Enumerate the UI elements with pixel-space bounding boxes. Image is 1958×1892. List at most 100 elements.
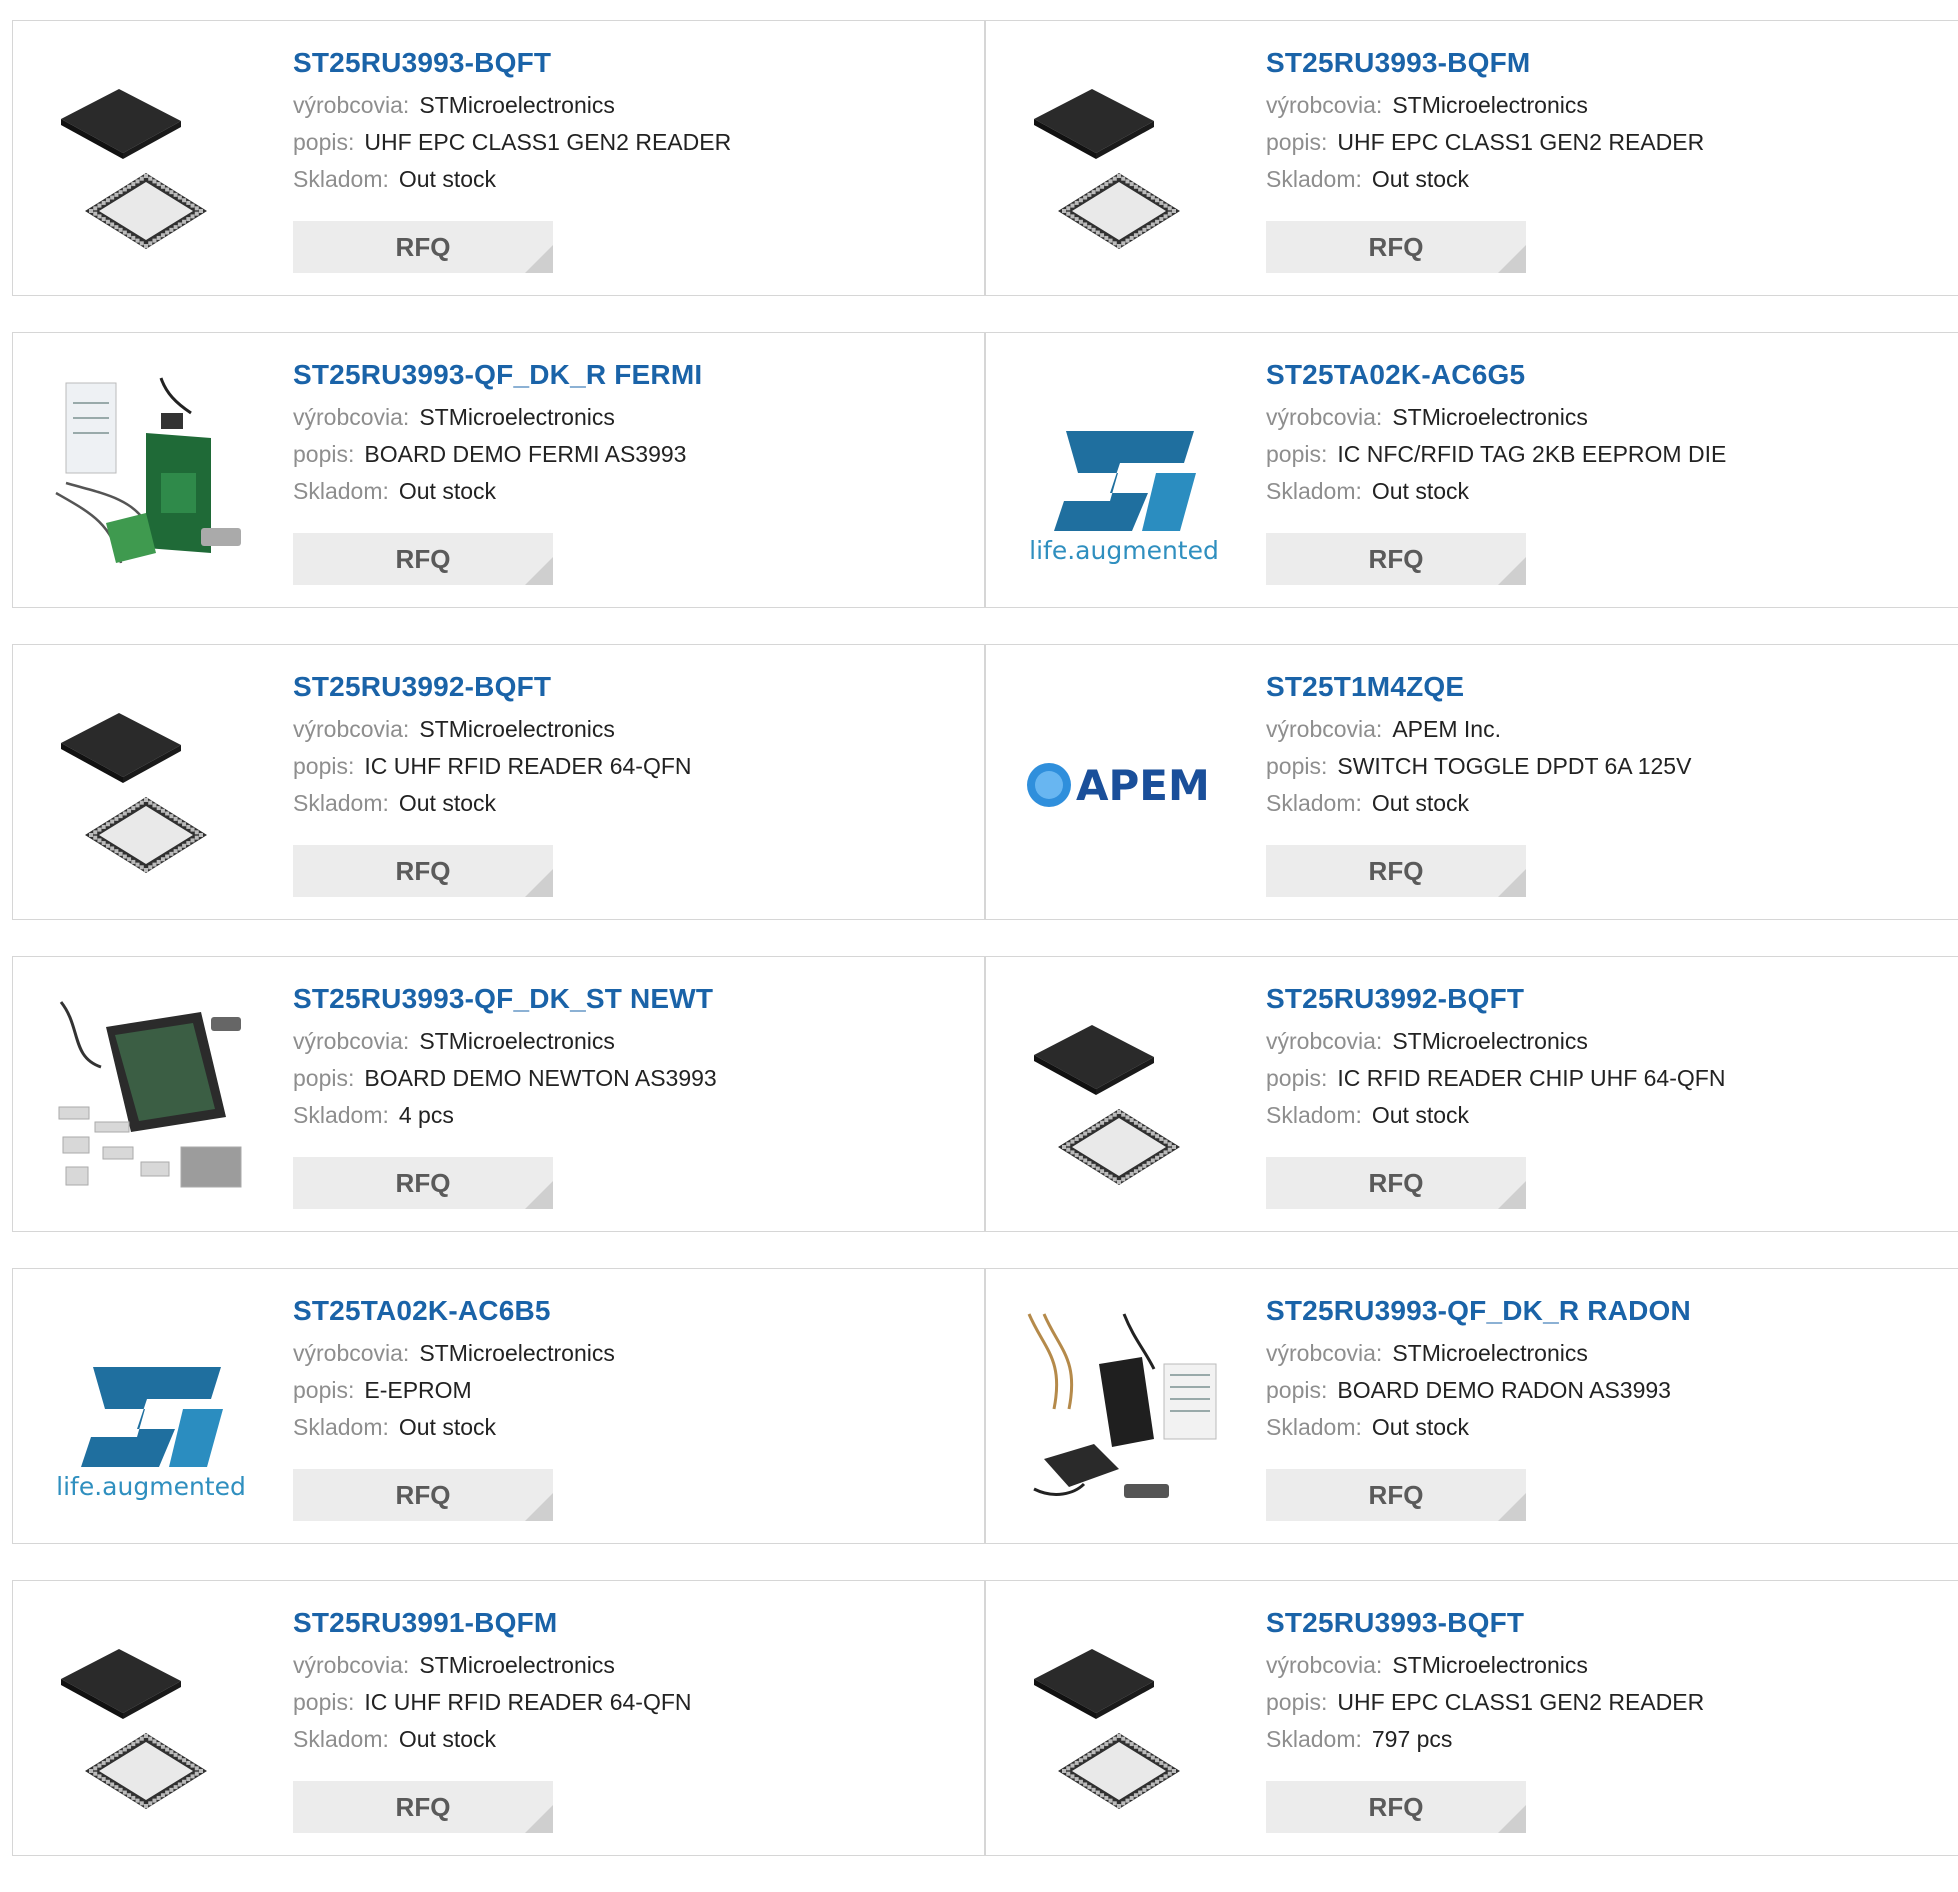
product-card: ST25RU3993-BQFT výrobcovia: STMicroelectr… [985,1580,1958,1856]
stock-row: Skladom: Out stock [293,1409,615,1446]
svg-text:APEM: APEM [1076,761,1210,810]
product-title-link[interactable]: ST25RU3993-BQFT [293,47,731,87]
product-card: ST25RU3992-BQFT výrobcovia: STMicroelectr… [12,644,985,920]
product-card: ST25RU3993-QF_DK_R FERMI výrobcovia: STMi… [12,332,985,608]
stock-value: Out stock [398,1414,497,1440]
description-label: popis: [293,129,355,155]
manufacturer-label: výrobcovia: [1266,1652,1383,1678]
stock-row: Skladom: Out stock [293,161,731,198]
svg-text:life.augmented: life.augmented [1029,536,1219,565]
manufacturer-row: výrobcovia: STMicroelectronics [1266,87,1704,124]
stock-row: Skladom: 4 pcs [293,1097,717,1134]
rfq-label: RFQ [1368,1479,1424,1510]
manufacturer-label: výrobcovia: [1266,92,1383,118]
rfq-label: RFQ [395,1479,451,1510]
product-image[interactable] [51,61,251,261]
stock-value: Out stock [398,478,497,504]
description-value: BOARD DEMO RADON AS3993 [1337,1377,1671,1403]
stock-label: Skladom: [1266,478,1362,504]
rfq-button[interactable]: RFQ [1266,1157,1526,1209]
description-value: IC RFID READER CHIP UHF 64-QFN [1337,1065,1726,1091]
manufacturer-value: STMicroelectronics [419,404,615,430]
description-row: popis: UHF EPC CLASS1 GEN2 READER [293,124,731,161]
manufacturer-label: výrobcovia: [293,92,410,118]
product-card: APEM ST25T1M4ZQE výrobcovia: APEM Inc. po… [985,644,1958,920]
description-row: popis: BOARD DEMO FERMI AS3993 [293,436,702,473]
rfq-label: RFQ [1368,1167,1424,1198]
rfq-button[interactable]: RFQ [293,845,553,897]
product-image[interactable] [1024,997,1224,1197]
corner-decoration [525,1493,553,1521]
product-row: ST25RU3991-BQFM výrobcovia: STMicroelectr… [12,1580,1958,1856]
product-title-link[interactable]: ST25TA02K-AC6G5 [1266,359,1726,399]
stock-value: Out stock [398,1726,497,1752]
product-title-link[interactable]: ST25RU3992-BQFT [293,671,692,711]
product-card: ST25RU3993-BQFT výrobcovia: STMicroelectr… [12,20,985,296]
rfq-button[interactable]: RFQ [293,221,553,273]
product-image[interactable] [1024,61,1224,261]
corner-decoration [1498,557,1526,585]
product-image[interactable]: life.augmented [51,1309,251,1509]
rfq-label: RFQ [1368,855,1424,886]
rfq-button[interactable]: RFQ [293,533,553,585]
stock-label: Skladom: [293,166,389,192]
manufacturer-row: výrobcovia: STMicroelectronics [293,1023,717,1060]
stock-label: Skladom: [293,478,389,504]
product-title-link[interactable]: ST25RU3992-BQFT [1266,983,1725,1023]
product-card: ST25RU3993-QF_DK_R RADON výrobcovia: STMi… [985,1268,1958,1544]
rfq-button[interactable]: RFQ [1266,1781,1526,1833]
rfq-button[interactable]: RFQ [293,1781,553,1833]
product-image[interactable] [51,997,251,1197]
rfq-label: RFQ [395,231,451,262]
product-image[interactable] [1024,1309,1224,1509]
manufacturer-row: výrobcovia: STMicroelectronics [293,1647,692,1684]
description-row: popis: UHF EPC CLASS1 GEN2 READER [1266,124,1704,161]
rfq-button[interactable]: RFQ [293,1469,553,1521]
corner-decoration [525,557,553,585]
description-label: popis: [293,1377,355,1403]
manufacturer-label: výrobcovia: [293,1028,410,1054]
rfq-button[interactable]: RFQ [1266,845,1526,897]
product-row: life.augmented ST25TA02K-AC6B5 výrobcovi… [12,1268,1958,1544]
stock-row: Skladom: Out stock [1266,473,1726,510]
product-title-link[interactable]: ST25TA02K-AC6B5 [293,1295,615,1335]
rfq-button[interactable]: RFQ [1266,533,1526,585]
product-image[interactable] [51,1621,251,1821]
stock-label: Skladom: [1266,1414,1362,1440]
description-value: UHF EPC CLASS1 GEN2 READER [1337,1689,1705,1715]
corner-decoration [525,1181,553,1209]
stock-value: Out stock [1371,1414,1470,1440]
product-row: ST25RU3993-BQFT výrobcovia: STMicroelectr… [12,20,1958,296]
product-image[interactable] [51,685,251,885]
rfq-label: RFQ [1368,1791,1424,1822]
stock-label: Skladom: [1266,1102,1362,1128]
product-image[interactable] [51,373,251,573]
product-title-link[interactable]: ST25T1M4ZQE [1266,671,1691,711]
rfq-button[interactable]: RFQ [1266,1469,1526,1521]
manufacturer-label: výrobcovia: [1266,404,1383,430]
rfq-button[interactable]: RFQ [1266,221,1526,273]
product-card: ST25RU3993-QF_DK_ST NEWT výrobcovia: STMi… [12,956,985,1232]
corner-decoration [1498,1181,1526,1209]
product-title-link[interactable]: ST25RU3993-QF_DK_R FERMI [293,359,702,399]
product-card: life.augmented ST25TA02K-AC6B5 výrobcovi… [12,1268,985,1544]
product-image[interactable] [1024,1621,1224,1821]
rfq-label: RFQ [395,855,451,886]
product-title-link[interactable]: ST25RU3993-QF_DK_R RADON [1266,1295,1691,1335]
description-row: popis: BOARD DEMO RADON AS3993 [1266,1372,1691,1409]
product-title-link[interactable]: ST25RU3993-BQFM [1266,47,1704,87]
manufacturer-row: výrobcovia: STMicroelectronics [293,711,692,748]
stock-label: Skladom: [1266,1726,1362,1752]
product-image[interactable]: life.augmented [1024,373,1224,573]
rfq-button[interactable]: RFQ [293,1157,553,1209]
stock-value: 797 pcs [1371,1726,1453,1752]
product-title-link[interactable]: ST25RU3993-QF_DK_ST NEWT [293,983,717,1023]
corner-decoration [525,245,553,273]
stock-label: Skladom: [1266,166,1362,192]
product-image[interactable]: APEM [1024,685,1224,885]
manufacturer-value: STMicroelectronics [1392,1340,1588,1366]
product-title-link[interactable]: ST25RU3991-BQFM [293,1607,692,1647]
corner-decoration [1498,245,1526,273]
stock-value: Out stock [1371,1102,1470,1128]
product-title-link[interactable]: ST25RU3993-BQFT [1266,1607,1704,1647]
